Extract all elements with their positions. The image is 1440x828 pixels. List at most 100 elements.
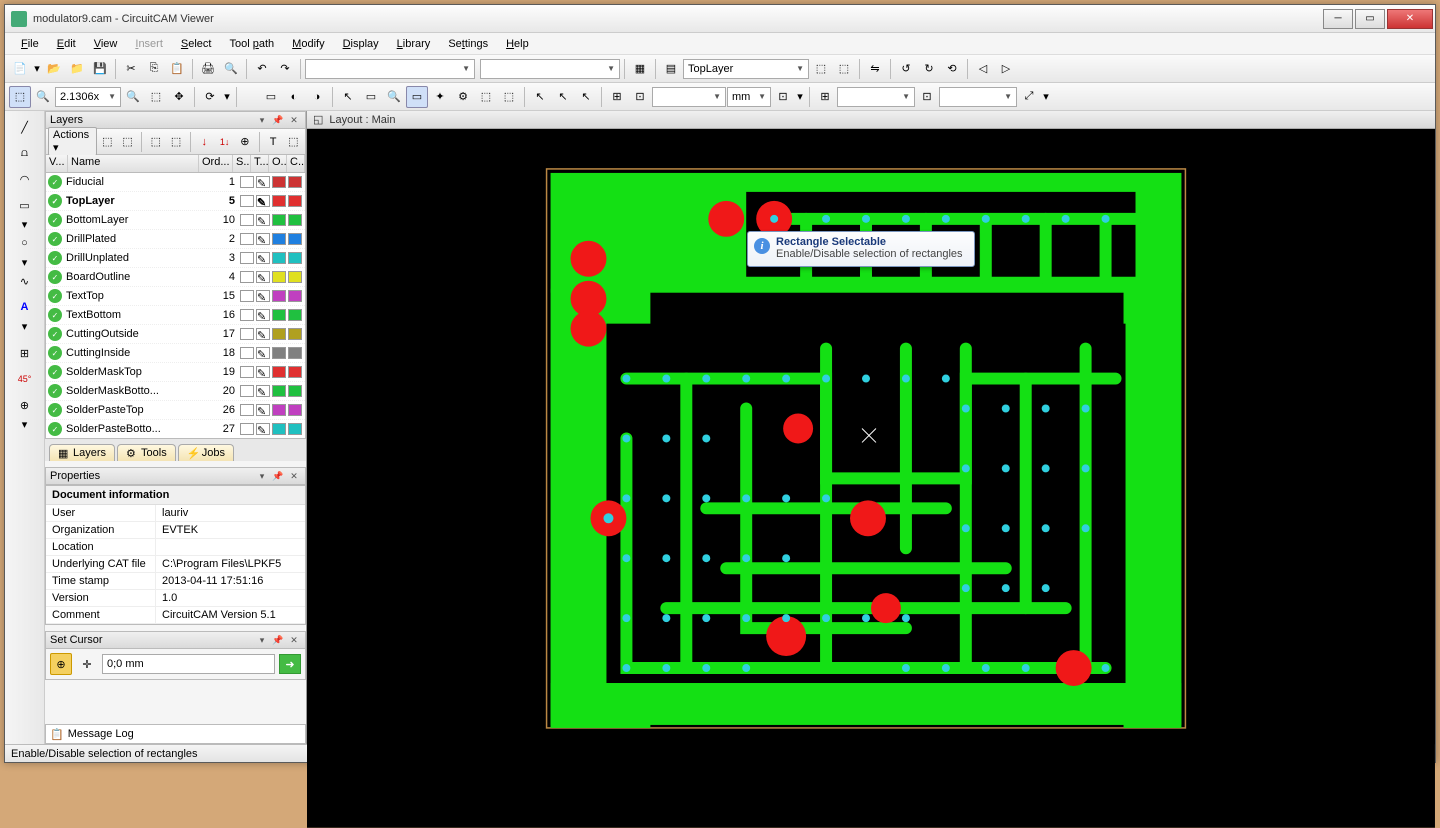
rotate-3-icon[interactable]: ⟲ (941, 58, 963, 80)
properties-panel-title[interactable]: Properties ▾ 📌 ✕ (45, 467, 306, 485)
layer-fill-swatch[interactable] (288, 214, 302, 226)
dim-tool-icon[interactable]: ⊞ (13, 341, 37, 365)
layer-sel-icon[interactable] (240, 385, 254, 397)
layer-sel-icon[interactable] (240, 347, 254, 359)
measure-icon[interactable]: ⤢ (1018, 86, 1040, 108)
menu-toolpath[interactable]: Tool path (222, 36, 283, 52)
redo-button[interactable]: ↷ (274, 58, 296, 80)
layer-sel-icon[interactable] (240, 328, 254, 340)
setcursor-panel-title[interactable]: Set Cursor ▾ 📌 ✕ (45, 631, 306, 649)
layers-action-3-icon[interactable]: ⬚ (146, 131, 165, 153)
layer-btn-1[interactable]: ⬚ (810, 58, 832, 80)
tab-jobs[interactable]: ⚡Jobs (178, 444, 234, 461)
menu-file[interactable]: File (13, 36, 47, 52)
cursor-input[interactable] (102, 654, 275, 674)
layer-row[interactable]: ✓ TextTop 15 ✎ (46, 287, 305, 306)
copy-button[interactable]: ⎘ (143, 58, 165, 80)
layer-sel-icon[interactable] (240, 176, 254, 188)
menu-settings[interactable]: Settings (440, 36, 496, 52)
sc-menu-icon[interactable]: ▾ (255, 633, 269, 647)
property-row[interactable]: Location (46, 539, 305, 556)
layer-pen-icon[interactable]: ✎ (256, 385, 270, 397)
rect-dropdown[interactable]: ▾ (13, 219, 37, 229)
layer-visible-icon[interactable]: ✓ (48, 346, 62, 360)
props-menu-icon[interactable]: ▾ (255, 469, 269, 483)
layer-fill-swatch[interactable] (288, 366, 302, 378)
layer-row[interactable]: ✓ CuttingInside 18 ✎ (46, 344, 305, 363)
grid-1-icon[interactable]: ⊞ (606, 86, 628, 108)
props-pin-icon[interactable]: 📌 (271, 469, 285, 483)
layer-row[interactable]: ✓ CuttingOutside 17 ✎ (46, 325, 305, 344)
mirror-h-icon[interactable]: ⇋ (864, 58, 886, 80)
cut-button[interactable]: ✂ (120, 58, 142, 80)
menu-library[interactable]: Library (389, 36, 439, 52)
flip-1-icon[interactable]: ◁ (972, 58, 994, 80)
layer-fill-swatch[interactable] (288, 233, 302, 245)
layer-fill-swatch[interactable] (288, 252, 302, 264)
layer-visible-icon[interactable]: ✓ (48, 365, 62, 379)
layers-action-6-icon[interactable]: 1↓ (215, 131, 234, 153)
layer-pen-icon[interactable]: ✎ (256, 176, 270, 188)
layer-visible-icon[interactable]: ✓ (48, 232, 62, 246)
polyline-tool-icon[interactable]: ⩍ (13, 141, 37, 165)
layer-row[interactable]: ✓ BottomLayer 10 ✎ (46, 211, 305, 230)
layer-outline-swatch[interactable] (272, 328, 286, 340)
snap-2-icon[interactable]: ⊞ (814, 86, 836, 108)
pan-icon[interactable]: ✥ (168, 86, 190, 108)
layer-row[interactable]: ✓ DrillPlated 2 ✎ (46, 230, 305, 249)
text-tool-icon[interactable]: A (13, 295, 37, 319)
cursor-abs-icon[interactable]: ⊕ (50, 653, 72, 675)
layer-pen-icon[interactable]: ✎ (256, 252, 270, 264)
layer-sel-icon[interactable] (240, 195, 254, 207)
message-log-tab[interactable]: 📋 Message Log (45, 724, 306, 744)
curve-tool-icon[interactable]: ∿ (13, 269, 37, 293)
layer-fill-swatch[interactable] (288, 328, 302, 340)
cursor-2-icon[interactable]: ▭ (360, 86, 382, 108)
arrow-1-icon[interactable]: ↖ (529, 86, 551, 108)
cursor-3-icon[interactable]: 🔍 (383, 86, 405, 108)
layer-sel-icon[interactable] (240, 423, 254, 435)
snap-combo-1[interactable]: ▼ (837, 87, 915, 107)
layer-row[interactable]: ✓ SolderPasteTop 26 ✎ (46, 401, 305, 420)
angle-tool-icon[interactable]: 45° (13, 367, 37, 391)
layer-combo[interactable]: TopLayer▼ (683, 59, 809, 79)
property-row[interactable]: Userlauriv (46, 505, 305, 522)
menu-modify[interactable]: Modify (284, 36, 332, 52)
actions-button[interactable]: Actions ▾ (48, 127, 97, 156)
layer-visible-icon[interactable]: ✓ (48, 403, 62, 417)
layer-outline-swatch[interactable] (272, 252, 286, 264)
menu-view[interactable]: View (86, 36, 126, 52)
preview-button[interactable]: 🔍 (220, 58, 242, 80)
layer-outline-swatch[interactable] (272, 366, 286, 378)
save-button[interactable]: 💾 (89, 58, 111, 80)
layer-visible-icon[interactable]: ✓ (48, 175, 62, 189)
new-button[interactable]: 📄 (9, 58, 31, 80)
layer-outline-swatch[interactable] (272, 195, 286, 207)
paste-button[interactable]: 📋 (166, 58, 188, 80)
select-mode-2-icon[interactable]: ◐ (283, 86, 305, 108)
layer-fill-swatch[interactable] (288, 290, 302, 302)
layer-sel-icon[interactable] (240, 271, 254, 283)
arrow-2-icon[interactable]: ↖ (552, 86, 574, 108)
layer-fill-swatch[interactable] (288, 347, 302, 359)
flip-2-icon[interactable]: ▷ (995, 58, 1017, 80)
text-dropdown[interactable]: ▾ (13, 321, 37, 331)
layer-row[interactable]: ✓ TopLayer 5 ✎ (46, 192, 305, 211)
layers-list[interactable]: ✓ Fiducial 1 ✎ ✓ TopLayer 5 ✎ ✓ BottomLa… (45, 173, 306, 439)
print-button[interactable]: 🖨 (197, 58, 219, 80)
layer-sel-icon[interactable] (240, 366, 254, 378)
menu-select[interactable]: Select (173, 36, 220, 52)
layer-sel-icon[interactable] (240, 252, 254, 264)
drill-tool-icon[interactable]: ⊕ (13, 393, 37, 417)
import-button[interactable]: 📁 (66, 58, 88, 80)
zoom-window-icon[interactable]: ⬚ (145, 86, 167, 108)
zoom-combo[interactable]: 2.1306x▼ (55, 87, 121, 107)
layer-sel-icon[interactable] (240, 214, 254, 226)
cursor-5-icon[interactable]: ✦ (429, 86, 451, 108)
combo-1[interactable]: ▼ (305, 59, 475, 79)
refresh-icon[interactable]: ⟳ (199, 86, 221, 108)
layers-header[interactable]: V... Name Ord... S... T... O... C... (45, 155, 306, 173)
layer-visible-icon[interactable]: ✓ (48, 251, 62, 265)
layer-sel-icon[interactable] (240, 233, 254, 245)
layer-fill-swatch[interactable] (288, 423, 302, 435)
